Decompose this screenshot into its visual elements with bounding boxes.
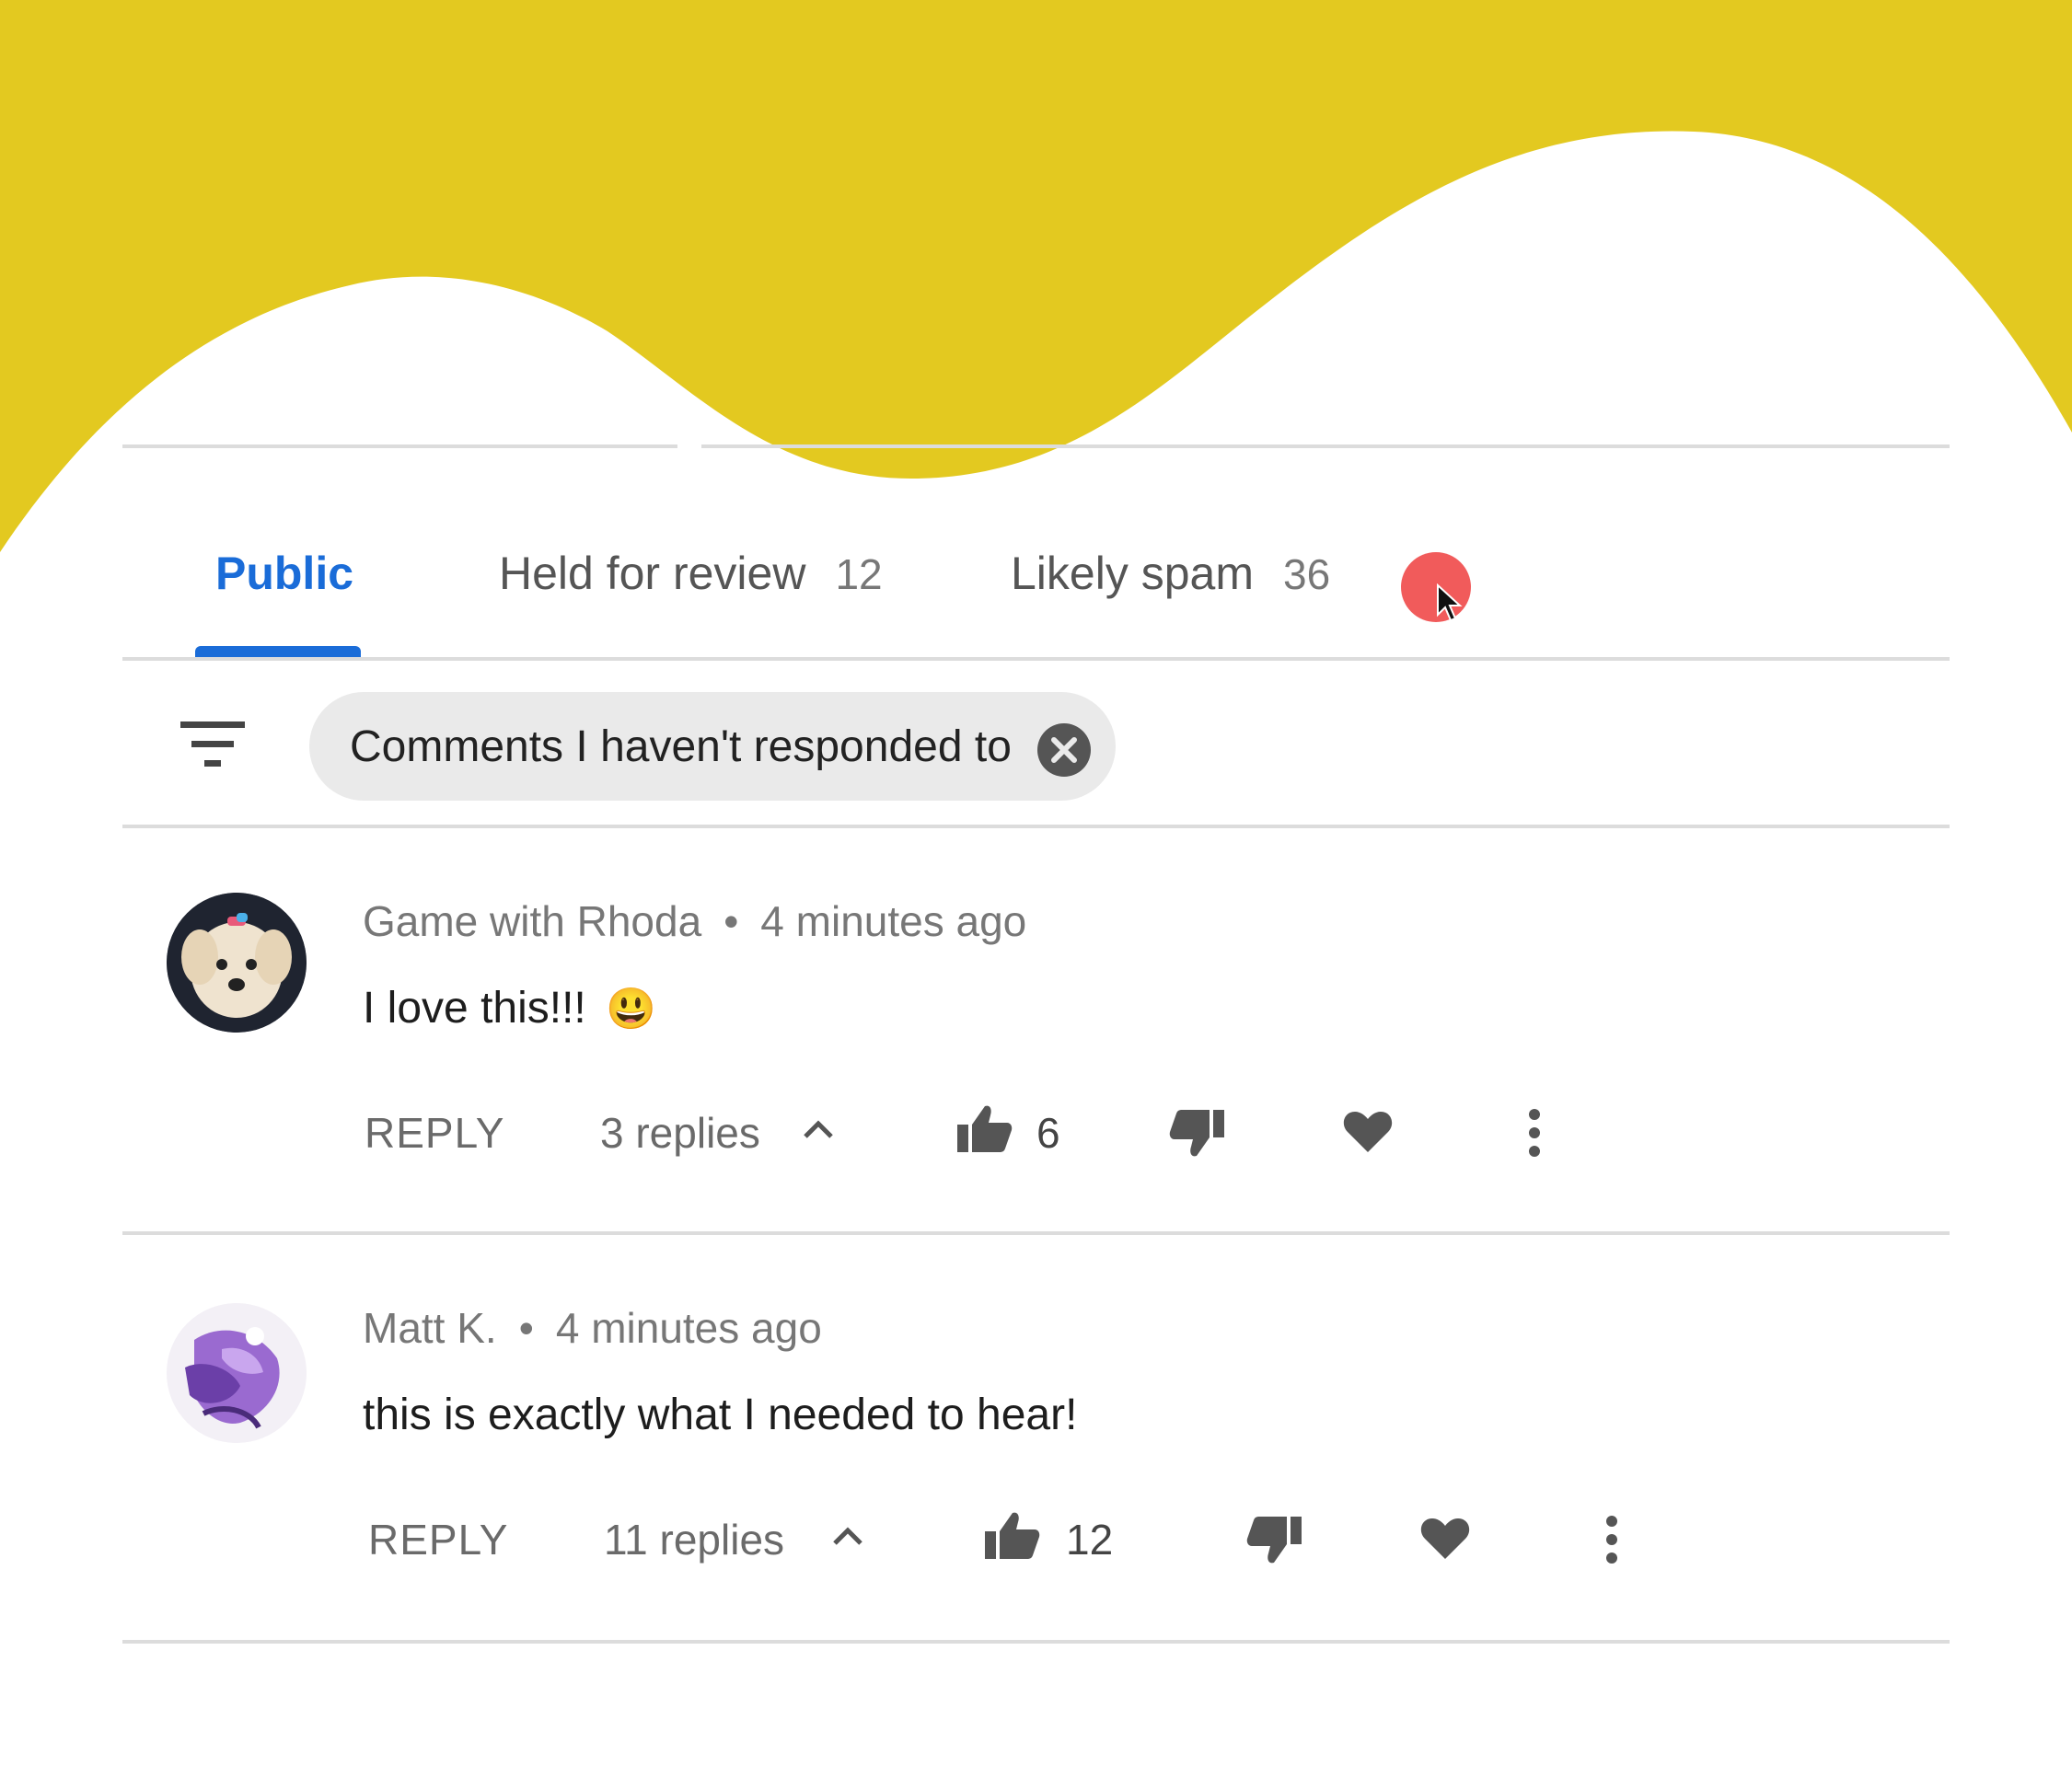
- comment-meta: Matt K. • 4 minutes ago: [363, 1303, 822, 1353]
- tab-held-for-review-count: 12: [835, 550, 883, 598]
- filter-divider: [122, 825, 1950, 828]
- chevron-up-icon[interactable]: [803, 1119, 834, 1139]
- comment-divider: [122, 1231, 1950, 1235]
- replies-toggle[interactable]: 3 replies: [600, 1108, 760, 1158]
- heart-icon[interactable]: [1419, 1517, 1471, 1561]
- comment-time[interactable]: 4 minutes ago: [556, 1304, 822, 1352]
- mouse-pointer-icon: [1437, 583, 1463, 622]
- comment-text-content: this is exactly what I needed to hear!: [363, 1391, 1078, 1439]
- reply-button[interactable]: REPLY: [368, 1515, 508, 1564]
- avatar[interactable]: [167, 1303, 307, 1443]
- purple-art-avatar-image: [167, 1303, 307, 1443]
- top-divider-left: [122, 444, 677, 448]
- reply-button[interactable]: REPLY: [365, 1108, 504, 1158]
- dog-avatar-image: [167, 893, 307, 1033]
- tab-held-for-review[interactable]: Held for review 12: [499, 547, 883, 602]
- thumbs-down-icon[interactable]: [1246, 1515, 1302, 1566]
- comment-text: this is exactly what I needed to hear!: [363, 1390, 1077, 1440]
- comment-time[interactable]: 4 minutes ago: [760, 897, 1026, 945]
- filter-chip-label: Comments I haven't responded to: [350, 721, 1012, 771]
- active-tab-indicator: [195, 646, 361, 657]
- tab-public[interactable]: Public: [215, 547, 353, 602]
- tab-likely-spam[interactable]: Likely spam 36: [1011, 547, 1330, 602]
- like-count: 6: [1036, 1109, 1060, 1157]
- comment-author[interactable]: Matt K.: [363, 1304, 497, 1352]
- comment-text-content: I love this!!!: [363, 984, 586, 1033]
- like-count: 12: [1066, 1516, 1114, 1564]
- more-options-icon[interactable]: [1605, 1515, 1618, 1564]
- tabs-divider: [122, 657, 1950, 661]
- heart-icon[interactable]: [1342, 1110, 1394, 1154]
- more-options-icon[interactable]: [1528, 1108, 1541, 1158]
- meta-separator: •: [518, 1304, 534, 1352]
- comment-meta: Game with Rhoda • 4 minutes ago: [363, 896, 1026, 946]
- comment-author[interactable]: Game with Rhoda: [363, 897, 701, 945]
- tab-held-for-review-label: Held for review: [499, 548, 806, 599]
- replies-count-label: 11 replies: [604, 1516, 785, 1564]
- replies-toggle[interactable]: 11 replies: [604, 1515, 784, 1564]
- tab-public-label: Public: [215, 548, 354, 599]
- thumbs-up-icon[interactable]: [985, 1509, 1040, 1561]
- thumbs-up-icon[interactable]: [957, 1102, 1013, 1154]
- tab-likely-spam-count: 36: [1283, 550, 1331, 598]
- avatar[interactable]: [167, 893, 307, 1033]
- close-circle-icon[interactable]: [1036, 722, 1092, 778]
- comment-text: I love this!!! 😃: [363, 983, 656, 1033]
- screenshot-stage: Public Held for review 12 Likely spam 36…: [0, 0, 2072, 1789]
- top-divider-right: [701, 444, 1950, 448]
- grinning-emoji: 😃: [606, 987, 656, 1032]
- filter-icon[interactable]: [180, 720, 245, 769]
- filter-chip[interactable]: Comments I haven't responded to: [309, 692, 1116, 801]
- thumbs-down-icon[interactable]: [1169, 1108, 1224, 1160]
- comment-divider: [122, 1640, 1950, 1644]
- meta-separator: •: [723, 897, 739, 945]
- tab-likely-spam-label: Likely spam: [1011, 548, 1254, 599]
- chevron-up-icon[interactable]: [832, 1526, 863, 1546]
- replies-count-label: 3 replies: [600, 1109, 760, 1157]
